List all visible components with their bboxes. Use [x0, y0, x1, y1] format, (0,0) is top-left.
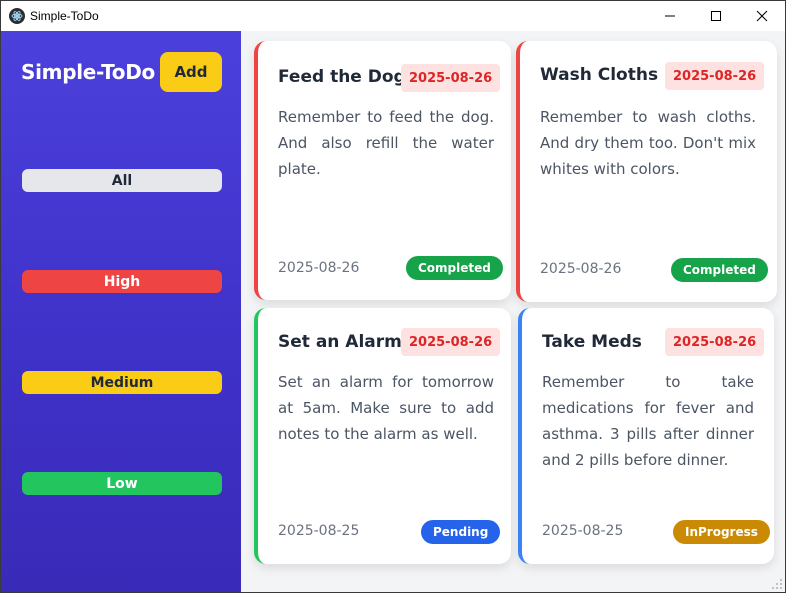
window-controls: [647, 1, 785, 31]
filter-all-button[interactable]: All: [22, 169, 222, 192]
todo-card[interactable]: Wash Cloths 2025-08-26 Remember to wash …: [516, 41, 777, 302]
sidebar: Simple-ToDo Add All High Medium Low: [1, 31, 241, 592]
card-created-date: 2025-08-25: [278, 523, 360, 539]
todo-card[interactable]: Set an Alarm 2025-08-26 Set an alarm for…: [254, 308, 511, 564]
due-date-badge: 2025-08-26: [665, 328, 765, 356]
card-title: Feed the Dog: [278, 67, 406, 87]
due-date-badge: 2025-08-26: [401, 328, 501, 356]
card-created-date: 2025-08-25: [542, 523, 624, 539]
filter-high-button[interactable]: High: [22, 270, 222, 293]
minimize-icon: [665, 15, 675, 17]
close-button[interactable]: [739, 1, 785, 31]
minimize-button[interactable]: [647, 1, 693, 31]
card-title: Take Meds: [542, 332, 642, 352]
card-created-date: 2025-08-26: [540, 261, 622, 277]
title-bar[interactable]: Simple-ToDo: [1, 1, 785, 31]
card-title: Wash Cloths: [540, 65, 659, 85]
due-date-badge: 2025-08-26: [665, 62, 765, 90]
maximize-icon: [711, 11, 721, 21]
status-badge: Completed: [671, 258, 768, 282]
status-badge: Completed: [406, 256, 503, 280]
window-title: Simple-ToDo: [30, 9, 99, 23]
filter-medium-button[interactable]: Medium: [22, 371, 222, 394]
card-description: Set an alarm for tomorrow at 5am. Make s…: [278, 373, 494, 443]
card-title: Set an Alarm: [278, 332, 402, 352]
todo-card[interactable]: Feed the Dog 2025-08-26 Remember to feed…: [254, 41, 511, 300]
maximize-button[interactable]: [693, 1, 739, 31]
card-created-date: 2025-08-26: [278, 260, 360, 276]
card-description: Remember to take medications for fever a…: [542, 373, 754, 469]
app-window: Simple-ToDo Simple-ToDo Add All High Med…: [0, 0, 786, 593]
card-description: Remember to feed the dog. And also refil…: [278, 108, 494, 178]
close-icon: [756, 10, 768, 22]
add-button[interactable]: Add: [160, 52, 222, 92]
resize-grip-icon[interactable]: [771, 578, 783, 590]
card-description: Remember to wash cloths. And dry them to…: [540, 108, 756, 178]
due-date-badge: 2025-08-26: [401, 64, 501, 92]
status-badge: InProgress: [673, 520, 770, 544]
app-name: Simple-ToDo: [21, 60, 155, 84]
status-badge: Pending: [421, 520, 501, 544]
todo-card[interactable]: Take Meds 2025-08-26 Remember to take me…: [518, 308, 774, 564]
filter-low-button[interactable]: Low: [22, 472, 222, 495]
app-logo-icon: [9, 8, 25, 24]
